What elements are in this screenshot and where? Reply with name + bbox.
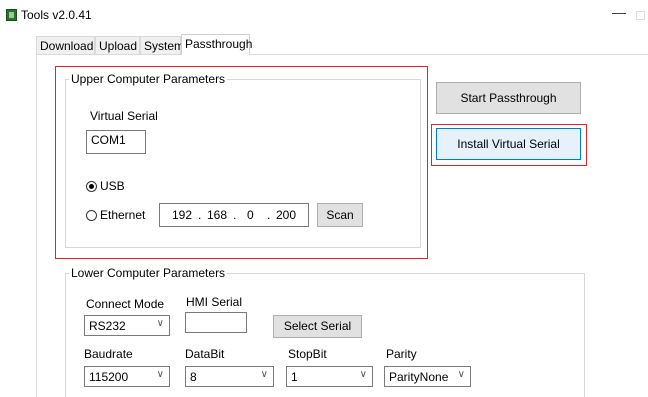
connect-mode-value: RS232 [89,319,126,333]
hmi-serial-input[interactable] [185,312,247,333]
parity-value: ParityNone [389,370,449,384]
databit-label: DataBit [185,347,225,361]
maximize-button[interactable] [636,11,645,20]
parity-label: Parity [386,347,417,361]
databit-value: 8 [190,370,197,384]
baudrate-value: 115200 [89,370,129,384]
stopbit-label: StopBit [288,347,327,361]
parity-select[interactable]: ParityNone ∨ [384,366,471,387]
databit-select[interactable]: 8 ∨ [185,366,274,387]
tab-download[interactable]: Download [36,36,95,54]
baudrate-select[interactable]: 115200 ∨ [84,366,170,387]
chevron-down-icon: ∨ [156,318,164,329]
select-serial-button[interactable]: Select Serial [273,315,362,338]
stopbit-value: 1 [291,370,298,384]
stopbit-select[interactable]: 1 ∨ [286,366,373,387]
chevron-down-icon: ∨ [359,369,367,380]
hmi-serial-label: HMI Serial [186,295,243,309]
connect-mode-select[interactable]: RS232 ∨ [84,315,170,336]
minimize-button[interactable]: — [612,4,626,20]
chevron-down-icon: ∨ [156,369,164,380]
connect-mode-label: Connect Mode [86,297,165,311]
tab-upload[interactable]: Upload [95,36,140,54]
upper-params-highlight [55,66,428,259]
start-passthrough-button[interactable]: Start Passthrough [436,82,581,114]
install-virtual-serial-button[interactable]: Install Virtual Serial [436,128,581,160]
app-icon [6,9,17,21]
tab-system[interactable]: System [140,36,184,54]
title-bar: Tools v2.0.41 — [0,0,648,30]
lower-params-legend: Lower Computer Parameters [69,266,228,280]
chevron-down-icon: ∨ [457,369,465,380]
baudrate-label: Baudrate [84,347,133,361]
chevron-down-icon: ∨ [260,369,268,380]
window-title: Tools v2.0.41 [21,8,92,22]
tab-strip: Download Upload System Passthrough [0,34,648,55]
tab-passthrough[interactable]: Passthrough [181,34,252,55]
